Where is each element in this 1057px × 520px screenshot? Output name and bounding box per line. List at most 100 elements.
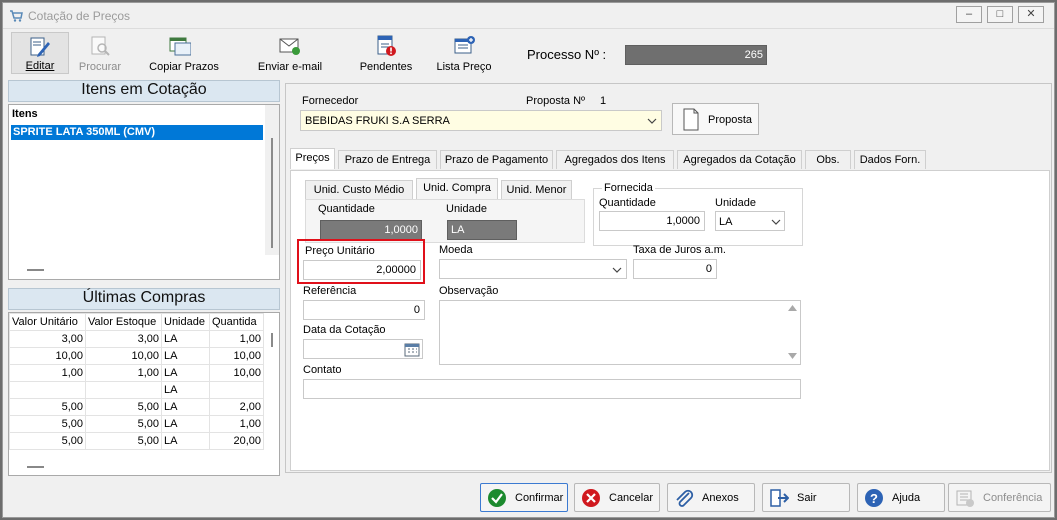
email-icon	[279, 38, 300, 55]
paperclip-icon	[676, 489, 694, 507]
confirmar-button[interactable]: Confirmar	[480, 483, 568, 512]
col-quantidade[interactable]: Quantida	[209, 313, 264, 331]
proposta-button[interactable]: Proposta	[672, 103, 759, 135]
cancelar-button[interactable]: Cancelar	[574, 483, 660, 512]
svg-text:?: ?	[870, 491, 878, 506]
ajuda-button[interactable]: ? Ajuda	[857, 483, 945, 512]
data-input[interactable]	[303, 339, 423, 359]
maximize-button[interactable]: □	[987, 6, 1013, 23]
moeda-select[interactable]	[439, 259, 627, 279]
cell: LA	[161, 330, 210, 348]
editar-button[interactable]: Editar	[11, 32, 69, 74]
pendentes-button[interactable]: Pendentes	[353, 32, 419, 74]
ultimas-scrollbar[interactable]	[265, 331, 279, 451]
minimize-button[interactable]: –	[956, 6, 982, 23]
scroll-up-icon[interactable]	[788, 305, 797, 311]
conferencia-label: Conferência	[983, 492, 1043, 504]
ultimas-grid: Valor Unitário Valor Estoque Unidade Qua…	[8, 312, 280, 476]
itens-scrollbar[interactable]	[265, 105, 279, 255]
scroll-down-icon[interactable]	[788, 353, 797, 359]
unidade-label: Unidade	[446, 203, 487, 215]
fornecida-label: Fornecida	[602, 182, 655, 194]
help-icon: ?	[865, 489, 883, 507]
preco-label: Preço Unitário	[305, 245, 375, 257]
taxa-input[interactable]: 0	[633, 259, 717, 279]
cell	[9, 381, 86, 399]
checklist-icon	[956, 490, 974, 507]
procurar-button[interactable]: Procurar	[71, 32, 129, 74]
forn-unidade-value: LA	[719, 216, 733, 228]
itens-list: Itens SPRITE LATA 350ML (CMV)	[8, 104, 280, 280]
subtab-unid-custo-medio[interactable]: Unid. Custo Médio	[305, 180, 413, 199]
cell: 1,00	[85, 364, 162, 382]
chevron-down-icon	[647, 118, 657, 124]
fornecedor-select[interactable]: BEBIDAS FRUKI S.A SERRA	[300, 110, 662, 131]
enviar-email-button[interactable]: Enviar e-mail	[251, 32, 329, 74]
cell	[209, 381, 264, 399]
table-row[interactable]: 5,00 5,00 LA 1,00	[9, 415, 264, 433]
cell: 5,00	[85, 432, 162, 450]
conferencia-button[interactable]: Conferência	[948, 483, 1051, 512]
tab-agregados-itens[interactable]: Agregados dos Itens	[556, 150, 674, 169]
list-item[interactable]: SPRITE LATA 350ML (CMV)	[11, 125, 263, 140]
calendar-icon[interactable]	[404, 342, 420, 357]
tab-prazo-pagamento[interactable]: Prazo de Pagamento	[440, 150, 553, 169]
tab-agregados-cotacao[interactable]: Agregados da Cotação	[677, 150, 802, 169]
forn-quantidade-input[interactable]: 1,0000	[599, 211, 705, 231]
itens-column-header: Itens	[12, 108, 38, 120]
ultimas-hscroll-thumb[interactable]	[27, 466, 44, 468]
pendentes-label: Pendentes	[359, 61, 413, 73]
proposta-n-value: 1	[600, 95, 607, 107]
table-row[interactable]: 1,00 1,00 LA 10,00	[9, 364, 264, 382]
cell: 10,00	[85, 347, 162, 365]
preco-unitario-highlight: Preço Unitário 2,00000	[297, 239, 425, 284]
table-row[interactable]: 5,00 5,00 LA 20,00	[9, 432, 264, 450]
col-unidade[interactable]: Unidade	[161, 313, 210, 331]
subtab-unid-compra[interactable]: Unid. Compra	[416, 178, 498, 199]
table-row[interactable]: 5,00 5,00 LA 2,00	[9, 398, 264, 416]
tab-prazo-entrega[interactable]: Prazo de Entrega	[338, 150, 437, 169]
document-icon	[683, 108, 699, 131]
forn-unidade-select[interactable]: LA	[715, 211, 785, 231]
preco-input[interactable]: 2,00000	[303, 260, 421, 280]
cell: 5,00	[85, 415, 162, 433]
tab-content-precos: Unid. Custo Médio Unid. Compra Unid. Men…	[290, 170, 1050, 471]
ajuda-label: Ajuda	[892, 492, 921, 504]
tab-dados-forn[interactable]: Dados Forn.	[854, 150, 926, 169]
tab-obs[interactable]: Obs.	[805, 150, 851, 169]
col-valor-estoque[interactable]: Valor Estoque	[85, 313, 162, 331]
cell: 1,00	[209, 330, 264, 348]
forn-unidade-label: Unidade	[715, 197, 756, 209]
cell: 5,00	[9, 415, 86, 433]
main-window: Cotação de Preços – □ ✕ Editar Procurar	[2, 2, 1055, 518]
table-row[interactable]: LA	[9, 381, 264, 399]
cell: 3,00	[85, 330, 162, 348]
proposta-button-label: Proposta	[708, 114, 753, 126]
copiar-prazos-button[interactable]: Copiar Prazos	[143, 32, 225, 74]
tab-precos[interactable]: Preços	[290, 148, 335, 169]
moeda-label: Moeda	[439, 244, 473, 256]
table-row[interactable]: 10,00 10,00 LA 10,00	[9, 347, 264, 365]
observacao-scrollbar[interactable]	[785, 301, 800, 364]
subtab-unid-menor[interactable]: Unid. Menor	[501, 180, 572, 199]
cell: 10,00	[209, 364, 264, 382]
observacao-textarea[interactable]	[439, 300, 801, 365]
quantidade-field: 1,0000	[320, 220, 422, 240]
quantidade-label: Quantidade	[318, 203, 375, 215]
sair-button[interactable]: Sair	[762, 483, 850, 512]
observacao-label: Observação	[439, 285, 499, 297]
lista-preco-button[interactable]: Lista Preço	[431, 32, 497, 74]
itens-hscroll-thumb[interactable]	[27, 269, 44, 271]
fornecedor-value: BEBIDAS FRUKI S.A SERRA	[305, 115, 450, 127]
contato-input[interactable]	[303, 379, 801, 399]
referencia-input[interactable]: 0	[303, 300, 425, 320]
search-document-icon	[91, 36, 110, 56]
lista-label: Lista Preço	[436, 61, 492, 73]
anexos-button[interactable]: Anexos	[667, 483, 755, 512]
anexos-label: Anexos	[702, 492, 739, 504]
table-row[interactable]: 3,00 3,00 LA 1,00	[9, 330, 264, 348]
cart-icon	[10, 10, 23, 22]
cell: 10,00	[9, 347, 86, 365]
col-valor-unitario[interactable]: Valor Unitário	[9, 313, 86, 331]
close-button[interactable]: ✕	[1018, 6, 1044, 23]
